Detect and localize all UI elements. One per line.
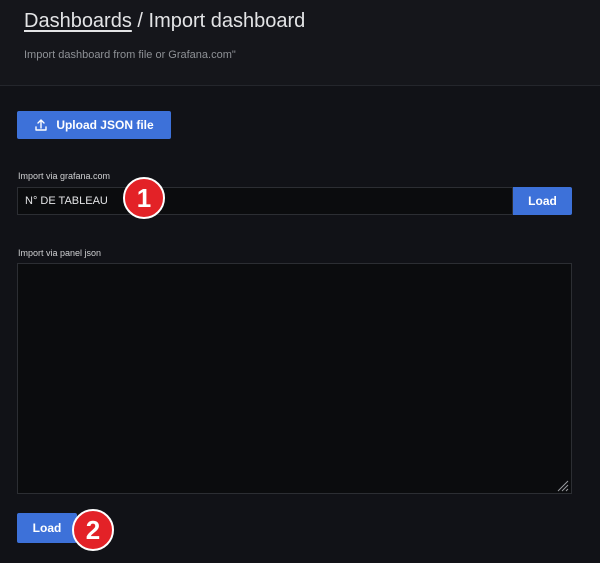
page-title: Dashboards / Import dashboard xyxy=(24,10,305,33)
annotation-marker-1: 1 xyxy=(123,177,165,219)
breadcrumb-dashboards-link[interactable]: Dashboards xyxy=(24,10,132,32)
page-subtitle: Import dashboard from file or Grafana.co… xyxy=(24,49,236,61)
upload-button-label: Upload JSON file xyxy=(56,118,154,132)
page-header: Dashboards / Import dashboard Import das… xyxy=(0,0,600,86)
panel-json-label: Import via panel json xyxy=(18,248,102,258)
upload-icon xyxy=(34,118,48,132)
page-title-text: Import dashboard xyxy=(148,10,306,32)
grafana-dashboard-id-input[interactable] xyxy=(17,187,513,215)
panel-json-textarea[interactable] xyxy=(17,263,572,494)
resize-handle-icon[interactable] xyxy=(553,476,569,492)
annotation-marker-2: 2 xyxy=(72,509,114,551)
load-json-button[interactable]: Load xyxy=(17,513,77,543)
grafana-import-label: Import via grafana.com xyxy=(18,171,111,181)
grafana-load-button[interactable]: Load xyxy=(513,187,572,215)
breadcrumb-separator: / xyxy=(131,10,149,32)
upload-json-file-button[interactable]: Upload JSON file xyxy=(17,111,171,139)
